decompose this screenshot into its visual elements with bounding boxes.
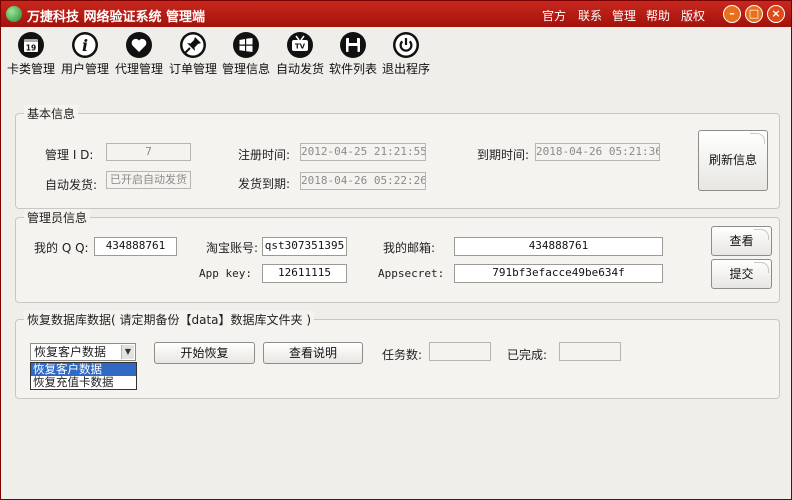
menu-manage[interactable]: 管理 xyxy=(612,7,636,24)
menu-help[interactable]: 帮助 xyxy=(646,7,670,24)
basic-info-group: 基本信息 xyxy=(15,105,780,209)
admin-id-field: 7 xyxy=(106,143,191,161)
minimize-button[interactable]: – xyxy=(723,5,741,23)
window-title: 万捷科技 网络验证系统 管理端 xyxy=(27,10,206,25)
main-window: 万捷科技 网络验证系统 管理端 官方 联系 管理 帮助 版权 – □ × 19 … xyxy=(0,0,792,500)
toolbar-auto-ship-label: 自动发货 xyxy=(275,62,324,76)
toolbar-agents-label: 代理管理 xyxy=(114,62,163,76)
taobao-input[interactable]: qst307351395 xyxy=(262,237,347,256)
toolbar-users-label: 用户管理 xyxy=(60,62,109,76)
ship-expire-label: 发货到期: xyxy=(238,177,291,191)
windows-icon xyxy=(233,32,259,58)
refresh-info-button[interactable]: 刷新信息 xyxy=(698,130,768,191)
taobao-label: 淘宝账号: xyxy=(206,241,259,255)
title-bar: 万捷科技 网络验证系统 管理端 官方 联系 管理 帮助 版权 – □ × xyxy=(1,1,791,27)
toolbar-software-list[interactable]: 软件列表 xyxy=(327,27,379,81)
restore-legend: 恢复数据库数据( 请定期备份【data】数据库文件夹 ) xyxy=(24,311,315,328)
auto-ship-label: 自动发货: xyxy=(45,178,98,192)
floppy-icon xyxy=(340,32,366,58)
refresh-info-label: 刷新信息 xyxy=(708,153,757,167)
admin-info-group: 管理员信息 xyxy=(15,209,780,303)
view-button[interactable]: 查看 xyxy=(711,226,772,256)
toolbar-auto-ship[interactable]: TV 自动发货 xyxy=(274,27,326,81)
menu-copyright[interactable]: 版权 xyxy=(681,7,705,24)
tv-icon: TV xyxy=(287,32,313,58)
toolbar-exit-label: 退出程序 xyxy=(381,62,430,76)
appkey-label: App key: xyxy=(199,267,252,280)
toolbar-orders-label: 订单管理 xyxy=(168,62,217,76)
appkey-input[interactable]: 12611115 xyxy=(262,264,347,283)
tasks-field xyxy=(429,342,491,361)
app-logo-icon xyxy=(6,6,22,22)
submit-button[interactable]: 提交 xyxy=(711,259,772,289)
start-restore-label: 开始恢复 xyxy=(180,346,229,360)
toolbar-agents[interactable]: 代理管理 xyxy=(113,27,165,81)
restore-type-select[interactable]: 恢复客户数据 ▼ xyxy=(30,343,136,361)
email-label: 我的邮箱: xyxy=(383,241,436,255)
maximize-button[interactable]: □ xyxy=(745,5,763,23)
toolbar: 19 卡类管理 i 用户管理 代理管理 订单管理 管理信息 TV 自动发货 软件… xyxy=(1,27,791,81)
view-help-button[interactable]: 查看说明 xyxy=(263,342,363,364)
toolbar-admin-info[interactable]: 管理信息 xyxy=(220,27,272,81)
qq-label: 我的 Q Q: xyxy=(34,241,89,255)
tasks-label: 任务数: xyxy=(382,348,423,362)
start-restore-button[interactable]: 开始恢复 xyxy=(154,342,255,364)
ship-expire-field: 2018-04-26 05:22:26 xyxy=(300,172,426,190)
auto-ship-field: 已开启自动发货 xyxy=(106,171,191,189)
done-field xyxy=(559,342,621,361)
info-icon: i xyxy=(72,32,98,58)
toolbar-card-types[interactable]: 19 卡类管理 xyxy=(5,27,57,81)
appsecret-label: Appsecret: xyxy=(378,267,445,280)
admin-info-legend: 管理员信息 xyxy=(24,209,91,226)
svg-text:19: 19 xyxy=(26,44,36,53)
toolbar-software-list-label: 软件列表 xyxy=(328,62,377,76)
submit-button-label: 提交 xyxy=(729,267,754,281)
close-button[interactable]: × xyxy=(767,5,785,23)
register-time-field: 2012-04-25 21:21:55 xyxy=(300,143,426,161)
restore-option-recharge-cards[interactable]: 恢复充值卡数据 xyxy=(31,376,136,389)
menu-official[interactable]: 官方 xyxy=(542,7,566,24)
svg-text:i: i xyxy=(82,36,88,55)
toolbar-orders[interactable]: 订单管理 xyxy=(167,27,219,81)
svg-text:TV: TV xyxy=(295,43,306,51)
heart-icon xyxy=(126,32,152,58)
appsecret-input[interactable]: 791bf3efacce49be634f xyxy=(454,264,663,283)
view-help-label: 查看说明 xyxy=(288,346,337,360)
admin-id-label: 管理 I D: xyxy=(45,148,94,162)
expire-time-label: 到期时间: xyxy=(477,148,530,162)
power-icon xyxy=(393,32,419,58)
restore-type-dropdown: 恢复客户数据 恢复充值卡数据 xyxy=(30,362,137,390)
done-label: 已完成: xyxy=(507,348,548,362)
qq-input[interactable]: 434888761 xyxy=(94,237,177,256)
pin-icon xyxy=(180,32,206,58)
expire-time-field: 2018-04-26 05:21:36 xyxy=(535,143,660,161)
calendar-19-icon: 19 xyxy=(18,32,44,58)
restore-type-selected: 恢复客户数据 xyxy=(34,345,107,359)
register-time-label: 注册时间: xyxy=(238,148,291,162)
view-button-label: 查看 xyxy=(729,234,754,248)
chevron-down-icon[interactable]: ▼ xyxy=(121,345,134,359)
toolbar-card-types-label: 卡类管理 xyxy=(6,62,55,76)
menu-contact[interactable]: 联系 xyxy=(578,7,602,24)
toolbar-users[interactable]: i 用户管理 xyxy=(59,27,111,81)
toolbar-admin-info-label: 管理信息 xyxy=(221,62,270,76)
toolbar-exit[interactable]: 退出程序 xyxy=(380,27,432,81)
email-input[interactable]: 434888761 xyxy=(454,237,663,256)
basic-info-legend: 基本信息 xyxy=(24,105,79,122)
